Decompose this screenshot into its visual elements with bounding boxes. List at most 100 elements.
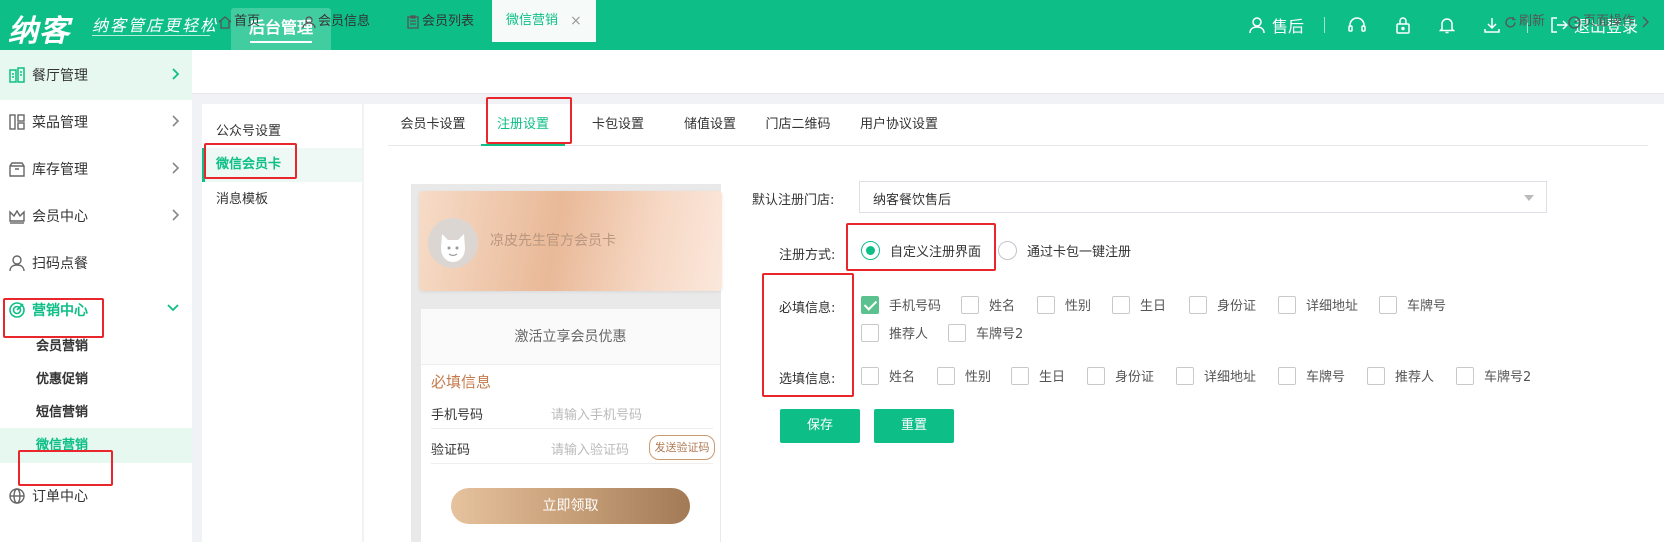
clipboard-icon xyxy=(407,15,419,29)
page-tab-member-list[interactable]: 会员列表 xyxy=(406,0,474,44)
required-field-checkbox[interactable]: 车牌号2 xyxy=(948,323,1023,342)
inventory-icon xyxy=(8,160,26,178)
lock-button[interactable] xyxy=(1395,16,1417,34)
checkbox-unchecked-icon xyxy=(1367,366,1385,385)
sidebar-subitem-sms-marketing[interactable]: 短信营销 xyxy=(0,395,192,430)
page-tab-home[interactable]: 首页 xyxy=(218,0,260,44)
tab-register-settings[interactable]: 注册设置 xyxy=(481,104,565,146)
phone-label: 手机号码 xyxy=(431,408,484,423)
checkbox-unchecked-icon xyxy=(1379,295,1397,314)
checkbox-unchecked-icon xyxy=(948,323,966,342)
settings-tabs: 会员卡设置 注册设置 卡包设置 储值设置 门店二维码 用户协议设置 xyxy=(388,104,1648,146)
bell-button[interactable] xyxy=(1438,16,1461,34)
sidebar-item-label: 库存管理 xyxy=(32,162,88,178)
tab-store-qrcode[interactable]: 门店二维码 xyxy=(753,104,843,146)
card-avatar xyxy=(428,218,478,268)
user-menu[interactable]: 售后 xyxy=(1248,13,1304,37)
checkbox-unchecked-icon xyxy=(1456,366,1474,385)
checkbox-label: 生日 xyxy=(1039,370,1066,385)
chevron-right-icon xyxy=(172,209,180,221)
reset-button[interactable]: 重置 xyxy=(874,409,954,443)
sidebar-item-members[interactable]: 会员中心 xyxy=(0,191,192,241)
code-input[interactable]: 请输入验证码 xyxy=(551,439,629,458)
page-tab-member-info[interactable]: 会员信息 xyxy=(302,0,370,44)
bell-icon xyxy=(1438,18,1455,34)
sidebar-item-label: 订单中心 xyxy=(32,489,88,505)
refresh-icon xyxy=(1505,16,1516,27)
optional-field-checkbox[interactable]: 详细地址 xyxy=(1176,366,1256,385)
checkbox-label: 身份证 xyxy=(1217,299,1257,314)
optional-field-checkbox[interactable]: 姓名 xyxy=(861,366,915,385)
default-store-select[interactable]: 纳客餐饮售后 xyxy=(859,181,1547,213)
optional-field-checkbox[interactable]: 身份证 xyxy=(1087,366,1154,385)
checkbox-unchecked-icon xyxy=(1176,366,1194,385)
save-button[interactable]: 保存 xyxy=(780,409,860,443)
optional-field-checkbox[interactable]: 性别 xyxy=(937,366,991,385)
phone-row: 手机号码 请输入手机号码 xyxy=(431,395,713,429)
separator xyxy=(1323,17,1325,33)
sidebar-item-orders[interactable]: 订单中心 xyxy=(0,471,192,521)
radio-custom-register[interactable]: 自定义注册界面 xyxy=(861,241,981,260)
user-icon xyxy=(302,16,316,29)
required-field-checkbox[interactable]: 生日 xyxy=(1112,295,1166,314)
sidebar-subitem-promotions[interactable]: 优惠促销 xyxy=(0,362,192,397)
checkbox-label: 车牌号 xyxy=(1306,370,1346,385)
person-icon xyxy=(8,254,26,272)
slogan-underline xyxy=(92,35,210,36)
checkbox-unchecked-icon xyxy=(937,366,955,385)
optional-label: 选填信息: xyxy=(779,372,836,387)
target-icon xyxy=(8,301,26,319)
required-label: 必填信息: xyxy=(779,301,836,316)
required-field-checkbox[interactable]: 推荐人 xyxy=(861,323,928,342)
claim-button[interactable]: 立即领取 xyxy=(451,488,690,524)
optional-field-checkbox[interactable]: 车牌号 xyxy=(1278,366,1345,385)
checkbox-label: 详细地址 xyxy=(1306,299,1359,314)
submenu-wechat-member-card[interactable]: 微信会员卡 xyxy=(202,148,362,182)
send-code-button[interactable]: 发送验证码 xyxy=(649,435,715,460)
radio-cardpack-register[interactable]: 通过卡包一键注册 xyxy=(998,241,1131,260)
headset-button[interactable] xyxy=(1347,16,1373,34)
gauge-icon xyxy=(1568,15,1581,29)
sidebar-item-restaurant[interactable]: 餐厅管理 xyxy=(0,50,192,100)
sidebar-item-label: 会员中心 xyxy=(32,209,88,225)
submenu-official-account[interactable]: 公众号设置 xyxy=(202,115,362,149)
close-icon[interactable]: × xyxy=(570,0,582,43)
sidebar-item-label: 扫码点餐 xyxy=(32,256,88,272)
checkbox-label: 推荐人 xyxy=(1395,370,1435,385)
required-field-checkbox[interactable]: 手机号码 xyxy=(861,295,941,314)
sidebar-item-dishes[interactable]: 菜品管理 xyxy=(0,97,192,147)
sidebar-item-scan-order[interactable]: 扫码点餐 xyxy=(0,238,192,288)
optional-field-checkbox[interactable]: 推荐人 xyxy=(1367,366,1434,385)
sidebar-subitem-wechat-marketing[interactable]: 微信营销 xyxy=(0,428,192,463)
sidebar-subitem-member-marketing[interactable]: 会员营销 xyxy=(0,329,192,364)
tab-user-agreement[interactable]: 用户协议设置 xyxy=(844,104,954,146)
activate-title: 激活立享会员优惠 xyxy=(421,309,720,365)
checkbox-unchecked-icon xyxy=(1011,366,1029,385)
page-tab-wechat-marketing[interactable]: 微信营销 × xyxy=(492,0,596,44)
optional-field-checkbox[interactable]: 车牌号2 xyxy=(1456,366,1531,385)
submenu-message-template[interactable]: 消息模板 xyxy=(202,183,362,217)
checkbox-label: 身份证 xyxy=(1115,370,1155,385)
radio-unchecked-icon xyxy=(998,241,1017,260)
required-field-checkbox[interactable]: 身份证 xyxy=(1189,295,1256,314)
card-name: 凉皮先生官方会员卡 xyxy=(490,233,616,249)
required-field-checkbox[interactable]: 车牌号 xyxy=(1379,295,1446,314)
globe-icon xyxy=(8,487,26,505)
required-field-checkbox[interactable]: 详细地址 xyxy=(1278,295,1358,314)
checkbox-label: 车牌号2 xyxy=(976,327,1024,342)
required-field-checkbox[interactable]: 姓名 xyxy=(961,295,1015,314)
sidebar-item-marketing[interactable]: 营销中心 xyxy=(0,285,192,335)
phone-input[interactable]: 请输入手机号码 xyxy=(551,404,642,423)
tab-stored-value-settings[interactable]: 储值设置 xyxy=(665,104,755,146)
page-tab-label: 首页 xyxy=(234,14,261,29)
checkbox-unchecked-icon xyxy=(961,295,979,314)
tab-card-settings[interactable]: 会员卡设置 xyxy=(388,104,478,146)
checkbox-label: 推荐人 xyxy=(889,327,929,342)
page-ops-button[interactable]: 页面操作 xyxy=(1568,0,1651,44)
tab-cardpack-settings[interactable]: 卡包设置 xyxy=(573,104,663,146)
required-field-checkbox[interactable]: 性别 xyxy=(1037,295,1091,314)
sidebar-item-inventory[interactable]: 库存管理 xyxy=(0,144,192,194)
refresh-button[interactable]: 刷新 xyxy=(1504,0,1545,44)
optional-field-checkbox[interactable]: 生日 xyxy=(1011,366,1065,385)
page-ops-label: 页面操作 xyxy=(1583,14,1636,29)
